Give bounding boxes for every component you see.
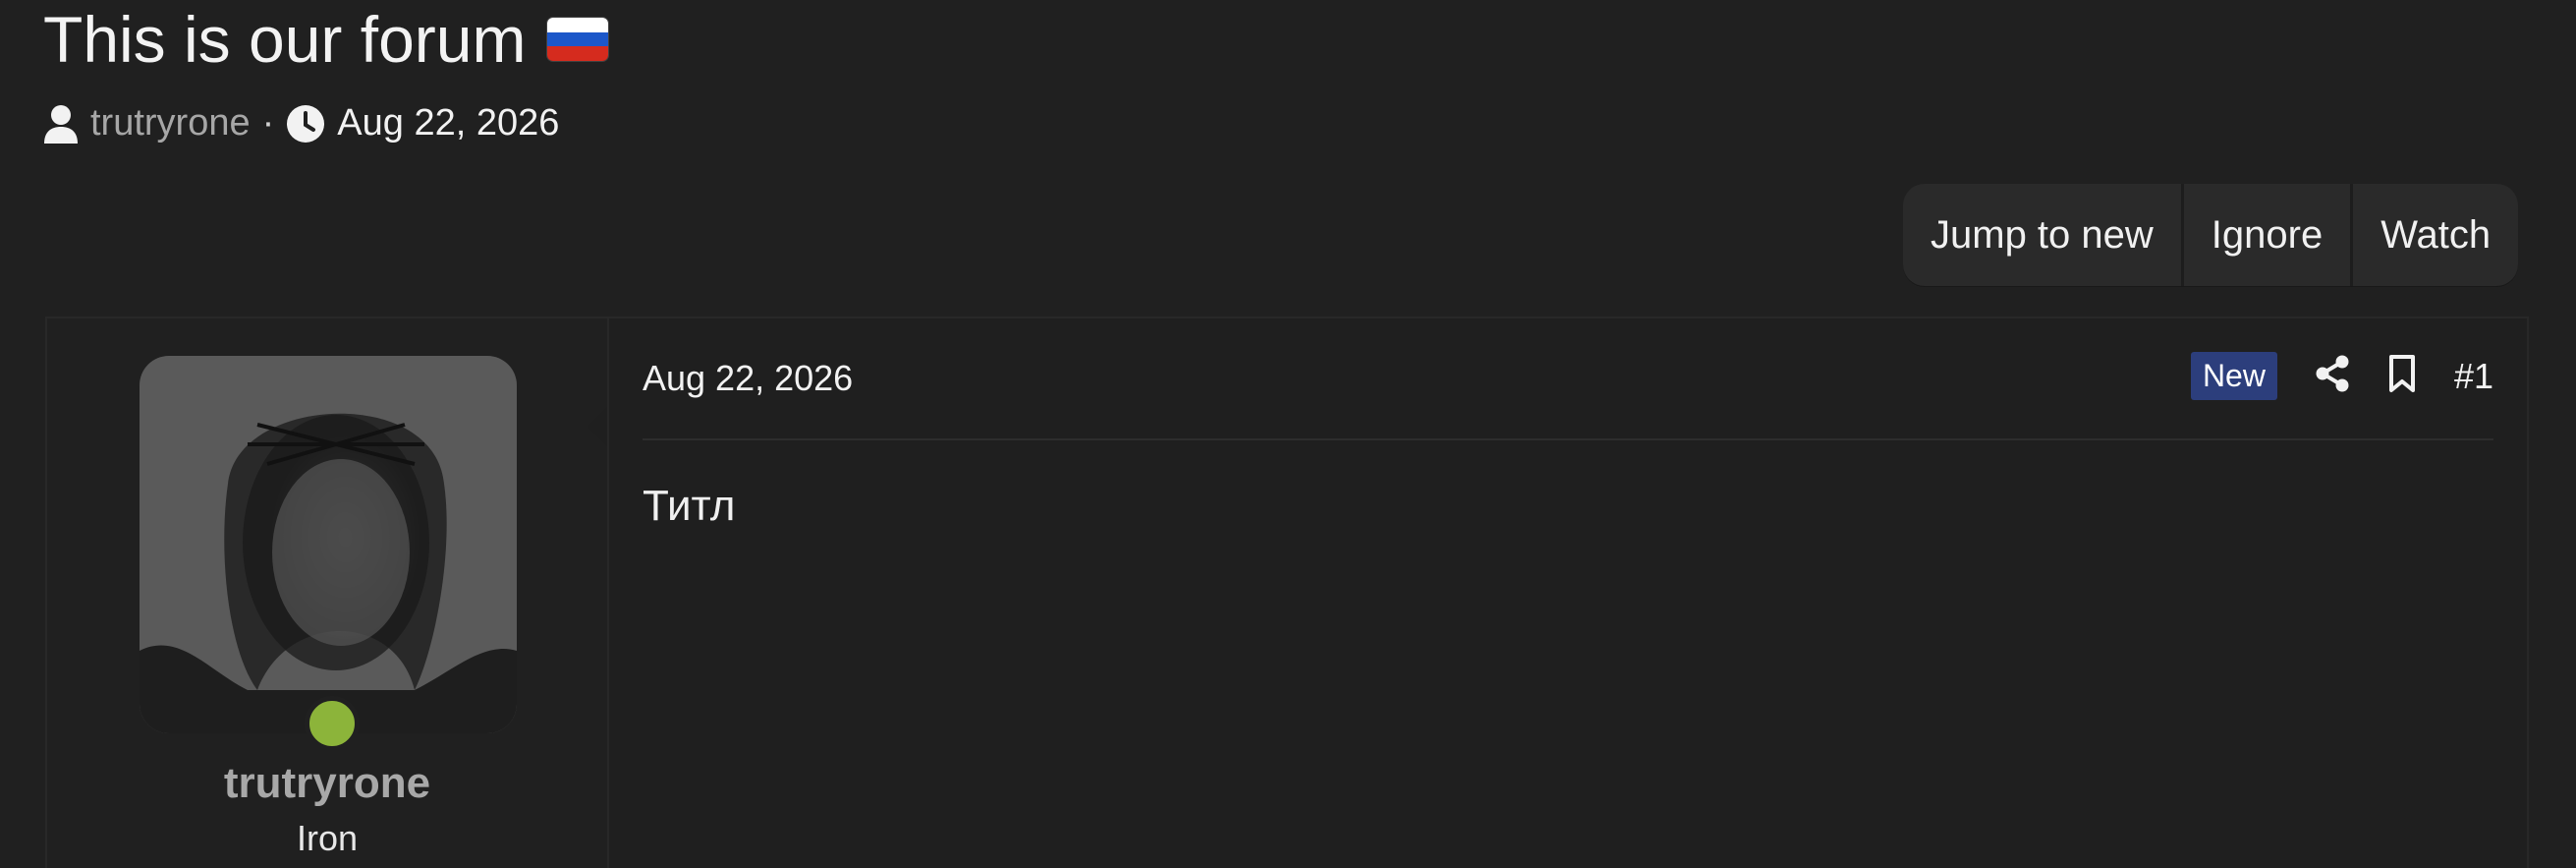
post: trutryrone Iron Aug 22, 2026 New #1 Титл: [45, 317, 2529, 868]
thread-meta: trutryrone · Aug 22, 2026: [43, 102, 559, 145]
new-badge: New: [2190, 352, 2277, 400]
post-number-link[interactable]: #1: [2454, 356, 2493, 397]
ignore-button[interactable]: Ignore: [2180, 184, 2350, 286]
avatar[interactable]: [140, 356, 517, 733]
thread-title-text: This is our forum: [43, 3, 527, 76]
post-username[interactable]: trutryrone: [47, 759, 607, 808]
watch-button[interactable]: Watch: [2350, 184, 2518, 286]
user-icon: [43, 104, 79, 144]
post-user-cell: trutryrone Iron: [47, 318, 609, 868]
thread-page: This is our forum trutryrone · Aug 22, 2…: [0, 0, 2576, 868]
post-actions: New #1: [2190, 352, 2493, 400]
thread-date-link[interactable]: Aug 22, 2026: [337, 102, 559, 145]
clock-icon: [286, 104, 325, 144]
bookmark-icon[interactable]: [2387, 354, 2417, 398]
online-status-indicator: [305, 696, 360, 751]
user-title: Iron: [296, 818, 359, 858]
post-body: Титл: [643, 482, 736, 530]
russia-flag-icon: [547, 18, 609, 61]
post-main-cell: Aug 22, 2026 New #1 Титл: [609, 318, 2527, 868]
thread-action-buttons: Jump to new Ignore Watch: [1903, 184, 2519, 286]
share-icon[interactable]: [2315, 355, 2350, 397]
post-header-divider: [643, 438, 2493, 440]
jump-to-new-button[interactable]: Jump to new: [1903, 184, 2181, 286]
post-date-link[interactable]: Aug 22, 2026: [643, 358, 853, 399]
message-arrow: [588, 407, 607, 446]
meta-separator: ·: [261, 102, 275, 144]
thread-author-link[interactable]: trutryrone: [90, 102, 251, 145]
thread-title: This is our forum: [43, 2, 609, 77]
